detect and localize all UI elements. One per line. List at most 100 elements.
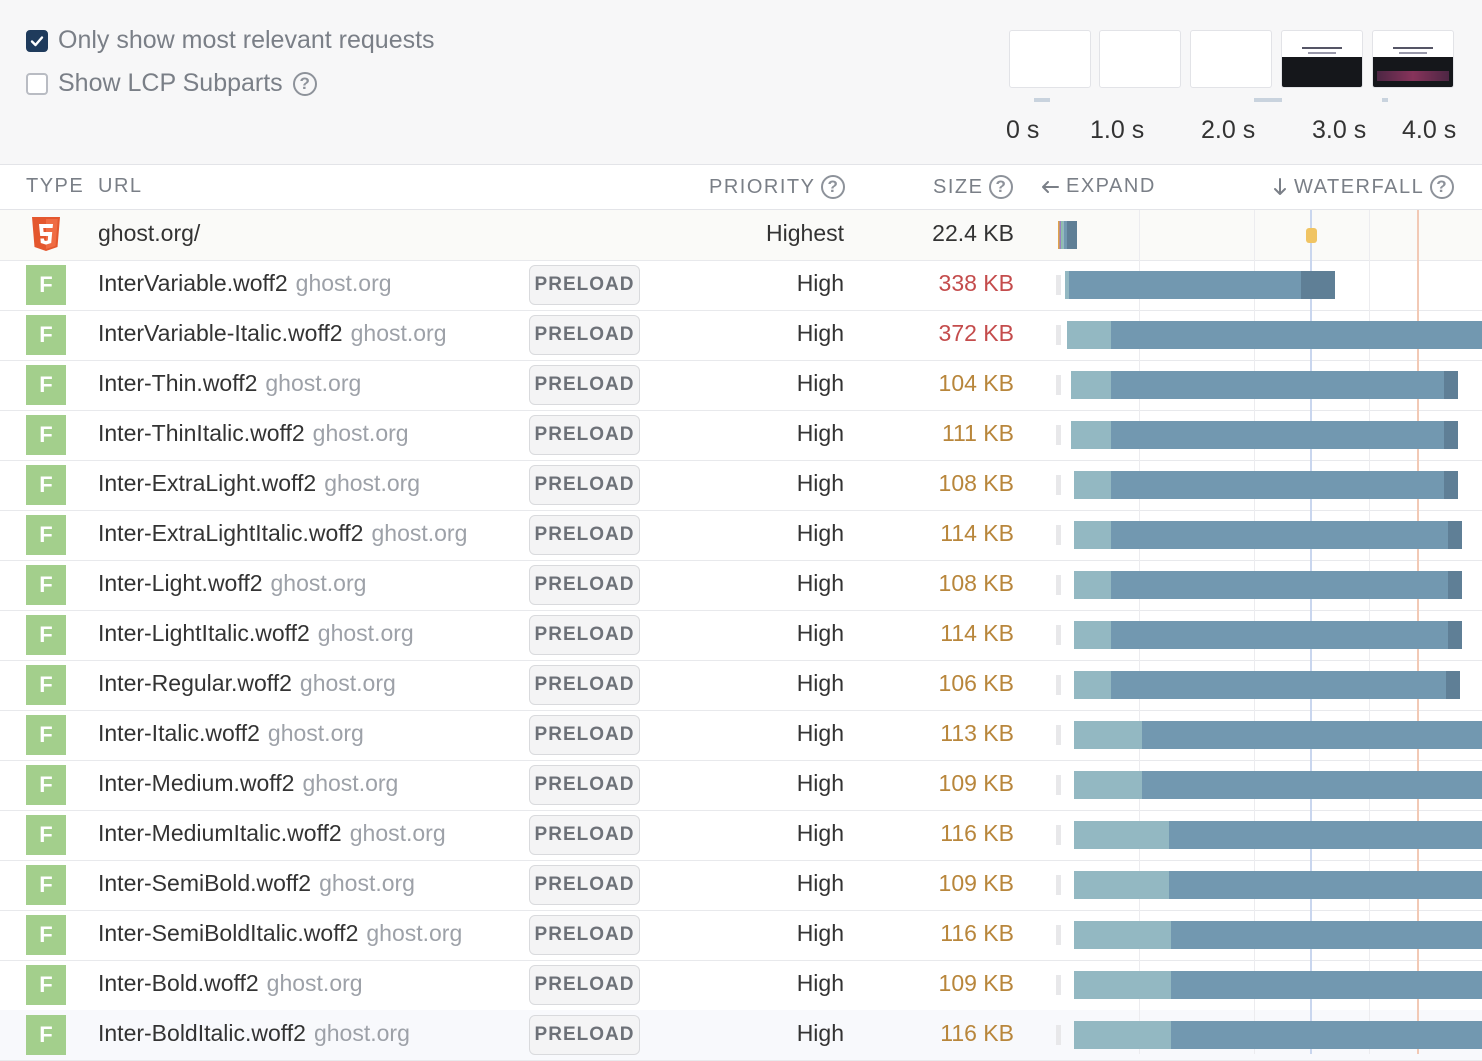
waterfall-bar[interactable]: [1073, 821, 1482, 849]
request-domain: ghost.org: [265, 370, 362, 396]
request-filename: Inter-SemiBold.woff2: [98, 870, 312, 896]
request-size: 372 KB: [938, 320, 1014, 346]
request-filename: Inter-Regular.woff2: [98, 670, 292, 696]
help-icon[interactable]: ?: [989, 175, 1014, 199]
request-domain: ghost.org: [295, 270, 392, 296]
request-url[interactable]: Inter-BoldItalic.woff2 ghost.org: [98, 1020, 410, 1047]
waterfall-receive-segment: [1443, 371, 1458, 399]
filmstrip-frame[interactable]: [1099, 30, 1181, 88]
waterfall-bar[interactable]: [1073, 621, 1463, 649]
request-url[interactable]: Inter-LightItalic.woff2 ghost.org: [98, 620, 414, 647]
waterfall-bar[interactable]: [1058, 221, 1077, 249]
waterfall-bar[interactable]: [1073, 1021, 1482, 1049]
waterfall-bar[interactable]: [1073, 521, 1463, 549]
waterfall-wait-segment: [1073, 671, 1112, 699]
column-url[interactable]: URL: [98, 175, 143, 198]
column-type[interactable]: TYPE: [26, 175, 84, 198]
waterfall-bar[interactable]: [1073, 971, 1482, 999]
waterfall-wait-segment: [1071, 371, 1112, 399]
waterfall-wait-segment: [1066, 321, 1112, 349]
request-filename: Inter-ExtraLightItalic.woff2: [98, 520, 364, 546]
filmstrip-frame[interactable]: [1009, 30, 1091, 88]
request-url[interactable]: InterVariable-Italic.woff2 ghost.org: [98, 320, 447, 347]
request-url[interactable]: Inter-SemiBoldItalic.woff2 ghost.org: [98, 920, 462, 947]
waterfall-chart: [1038, 210, 1482, 1054]
waterfall-queue-stub: [1056, 525, 1061, 545]
request-filename: Inter-ExtraLight.woff2: [98, 470, 317, 496]
waterfall-bar[interactable]: [1073, 921, 1482, 949]
request-url[interactable]: Inter-ExtraLightItalic.woff2 ghost.org: [98, 520, 467, 547]
timeline-tick: 1.0 s: [1090, 116, 1145, 144]
waterfall-queue-stub: [1056, 775, 1061, 795]
waterfall-bar[interactable]: [1071, 421, 1458, 449]
help-icon[interactable]: ?: [1430, 175, 1455, 199]
request-priority: High: [796, 320, 844, 346]
lcp-subparts-checkbox[interactable]: [26, 72, 48, 95]
request-domain: ghost.org: [267, 720, 364, 746]
waterfall-queue-stub: [1056, 925, 1061, 945]
column-waterfall[interactable]: WATERFALL ?: [1272, 175, 1455, 199]
request-size: 108 KB: [938, 570, 1014, 596]
request-url[interactable]: Inter-ExtraLight.woff2 ghost.org: [98, 470, 420, 497]
request-url[interactable]: Inter-Regular.woff2 ghost.org: [98, 670, 396, 697]
font-type-icon: F: [26, 265, 66, 305]
column-priority[interactable]: PRIORITY ?: [709, 175, 846, 199]
waterfall-bar[interactable]: [1066, 321, 1482, 349]
top-panel: Only show most relevant requests Show LC…: [0, 0, 1482, 165]
help-icon[interactable]: ?: [821, 175, 846, 199]
waterfall-bar[interactable]: [1064, 271, 1336, 299]
waterfall-queue-stub: [1056, 625, 1061, 645]
request-url[interactable]: Inter-Medium.woff2 ghost.org: [98, 770, 398, 797]
filmstrip-frame[interactable]: [1281, 30, 1363, 88]
request-domain: ghost.org: [319, 870, 415, 896]
waterfall-queue-stub: [1056, 475, 1061, 495]
waterfall-queue-stub: [1056, 675, 1061, 695]
preload-badge: PRELOAD: [529, 815, 640, 855]
expand-button[interactable]: EXPAND: [1040, 175, 1156, 198]
waterfall-bar[interactable]: [1073, 471, 1458, 499]
relevant-requests-checkbox[interactable]: [26, 29, 48, 52]
waterfall-download-segment: [1111, 371, 1458, 399]
filmstrip-frame[interactable]: [1190, 30, 1272, 88]
waterfall-wait-segment: [1073, 1021, 1172, 1049]
preload-badge: PRELOAD: [529, 415, 640, 455]
request-url[interactable]: ghost.org/: [98, 220, 200, 247]
request-filename: Inter-Bold.woff2: [98, 970, 259, 996]
preload-badge: PRELOAD: [529, 715, 640, 755]
request-url[interactable]: Inter-Light.woff2 ghost.org: [98, 570, 366, 597]
request-url[interactable]: InterVariable.woff2 ghost.org: [98, 270, 392, 297]
waterfall-bar[interactable]: [1073, 871, 1482, 899]
waterfall-bar[interactable]: [1073, 571, 1463, 599]
timeline-tick: 4.0 s: [1402, 116, 1457, 144]
help-icon[interactable]: ?: [292, 71, 317, 96]
request-url[interactable]: Inter-SemiBold.woff2 ghost.org: [98, 870, 415, 897]
request-url[interactable]: Inter-Thin.woff2 ghost.org: [98, 370, 361, 397]
request-url[interactable]: Inter-Bold.woff2 ghost.org: [98, 970, 363, 997]
request-size: 109 KB: [938, 970, 1014, 996]
request-url[interactable]: Inter-Italic.woff2 ghost.org: [98, 720, 364, 747]
waterfall-wait-segment: [1073, 821, 1169, 849]
request-priority: High: [796, 920, 844, 946]
request-priority: High: [796, 870, 844, 896]
waterfall-download-segment: [1111, 471, 1458, 499]
request-filename: Inter-BoldItalic.woff2: [98, 1020, 306, 1046]
waterfall-bar[interactable]: [1071, 371, 1458, 399]
filmstrip-frame[interactable]: [1372, 30, 1454, 88]
lcp-subparts-option[interactable]: Show LCP Subparts ?: [26, 69, 317, 98]
request-url[interactable]: Inter-MediumItalic.woff2 ghost.org: [98, 820, 446, 847]
check-icon: [30, 35, 44, 46]
preload-badge: PRELOAD: [529, 615, 640, 655]
waterfall-bar[interactable]: [1073, 771, 1482, 799]
request-domain: ghost.org: [366, 920, 463, 946]
font-type-icon: F: [26, 915, 66, 955]
waterfall-queue-stub: [1056, 425, 1061, 445]
request-url[interactable]: Inter-ThinItalic.woff2 ghost.org: [98, 420, 409, 447]
waterfall-bar[interactable]: [1073, 721, 1482, 749]
request-size: 109 KB: [938, 770, 1014, 796]
waterfall-wait-segment: [1073, 621, 1112, 649]
waterfall-download-segment: [1171, 971, 1482, 999]
font-type-icon: F: [26, 665, 66, 705]
column-size[interactable]: SIZE ?: [933, 175, 1014, 199]
waterfall-bar[interactable]: [1073, 671, 1460, 699]
relevant-requests-option[interactable]: Only show most relevant requests: [26, 26, 435, 55]
